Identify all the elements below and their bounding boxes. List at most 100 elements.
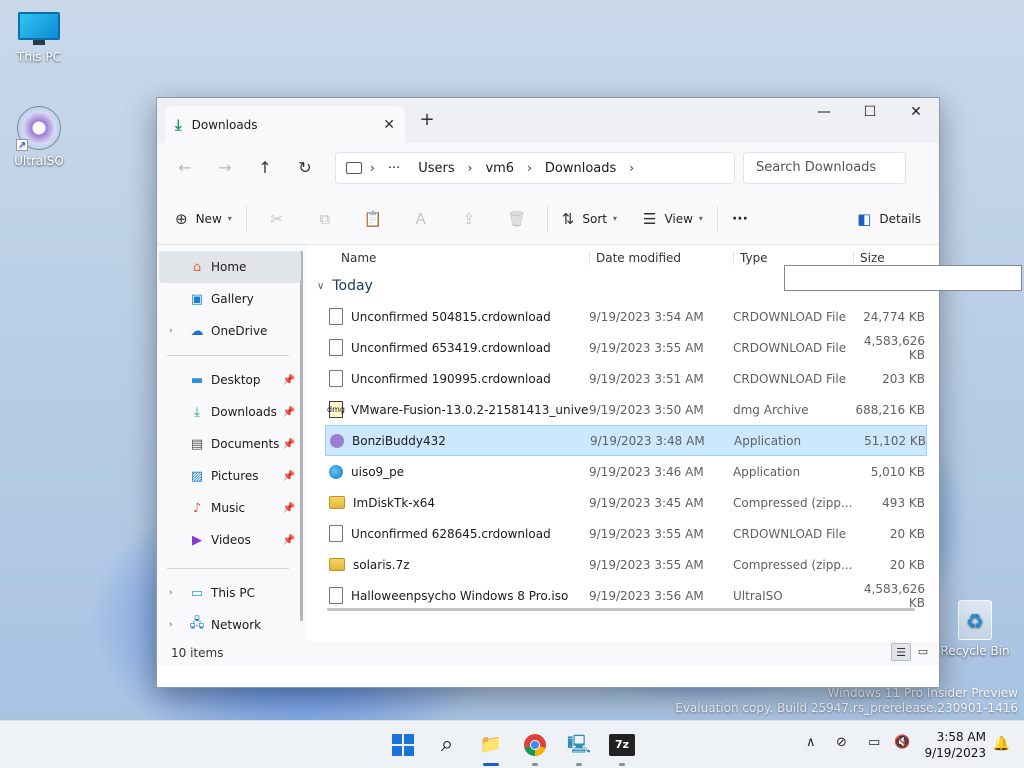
horizontal-scrollbar[interactable] xyxy=(327,608,915,611)
file-row[interactable]: Unconfirmed 653419.crdownload 9/19/2023 3… xyxy=(325,332,927,363)
desktop-icon-this-pc[interactable]: This PC xyxy=(4,12,74,64)
tiles-view-icon[interactable]: ▭ xyxy=(913,643,933,661)
chevron-right-icon: › xyxy=(370,161,375,175)
desktop-icon-ultraiso[interactable]: ↗ UltraISO xyxy=(4,106,74,168)
details-pane-button[interactable]: ◧ Details xyxy=(849,203,929,235)
chevron-right-icon[interactable]: › xyxy=(169,326,173,336)
file-explorer-taskbar-icon[interactable]: 📁 xyxy=(477,731,505,759)
file-row[interactable]: dmg VMware-Fusion-13.0.2-21581413_univers… xyxy=(325,394,927,425)
desktop-icon-label: UltraISO xyxy=(14,154,64,168)
column-header-date[interactable]: Date modified xyxy=(589,251,733,265)
minimize-button[interactable]: — xyxy=(801,98,847,128)
chevron-right-icon[interactable]: › xyxy=(169,620,173,630)
sidebar-item-music[interactable]: ♪ Music 📌 xyxy=(157,492,307,524)
breadcrumb-users[interactable]: Users xyxy=(409,161,463,176)
start-button[interactable] xyxy=(389,731,417,759)
breadcrumb-overflow[interactable]: ··· xyxy=(379,161,409,176)
sidebar-item-label: Videos xyxy=(211,533,251,547)
file-date: 9/19/2023 3:56 AM xyxy=(589,588,704,603)
up-button[interactable]: ↑ xyxy=(245,152,285,184)
breadcrumb-vm6[interactable]: vm6 xyxy=(476,161,523,176)
file-row[interactable]: Unconfirmed 504815.crdownload 9/19/2023 3… xyxy=(325,301,927,332)
chevron-right-icon[interactable]: › xyxy=(625,161,638,175)
sidebar-item-label: Downloads xyxy=(211,405,277,419)
zip-folder-icon xyxy=(329,496,345,509)
file-row[interactable]: Halloweenpsycho Windows 8 Pro.iso 9/19/20… xyxy=(325,580,927,611)
chevron-right-icon[interactable]: › xyxy=(169,588,173,598)
file-row[interactable]: Unconfirmed 190995.crdownload 9/19/2023 3… xyxy=(325,363,927,394)
view-button[interactable]: ☰ View ▾ xyxy=(635,203,711,235)
breadcrumb-downloads[interactable]: Downloads xyxy=(536,161,625,176)
search-input[interactable]: Search Downloads xyxy=(743,152,906,184)
7zip-icon[interactable]: 7z xyxy=(609,734,635,756)
remote-desktop-icon[interactable]: 🖳 xyxy=(565,731,593,759)
column-header-name[interactable]: Name xyxy=(307,251,589,265)
chevron-right-icon[interactable]: › xyxy=(523,161,536,175)
sidebar-item-pictures[interactable]: ▨ Pictures 📌 xyxy=(157,460,307,492)
address-bar[interactable]: › ··· Users › vm6 › Downloads › xyxy=(335,152,735,184)
chevron-down-icon: ▾ xyxy=(698,214,703,223)
chevron-up-icon[interactable]: ∧ xyxy=(806,735,816,750)
column-header-size[interactable]: Size xyxy=(853,251,931,265)
maximize-button[interactable]: ☐ xyxy=(847,98,893,128)
back-button[interactable]: ← xyxy=(165,152,205,184)
clock-date: 9/19/2023 xyxy=(924,746,986,760)
clock[interactable]: 3:58 AM 9/19/2023 xyxy=(924,729,986,761)
display-icon[interactable]: ▭ xyxy=(868,735,880,750)
application-icon xyxy=(330,433,344,448)
chevron-down-icon: ∨ xyxy=(317,280,325,292)
sidebar-item-videos[interactable]: ▶ Videos 📌 xyxy=(157,524,307,556)
volume-muted-icon[interactable]: 🔇 xyxy=(894,735,910,750)
refresh-button[interactable]: ↻ xyxy=(285,152,325,184)
more-options-button[interactable]: ··· xyxy=(724,203,756,235)
file-size: 51,102 KB xyxy=(864,433,926,448)
divider xyxy=(546,205,548,232)
forward-button[interactable]: → xyxy=(205,152,245,184)
title-bar[interactable]: ⤓ Downloads ✕ + — ☐ ✕ xyxy=(157,98,939,143)
file-row[interactable]: uiso9_pe 9/19/2023 3:46 AM Application 5,01… xyxy=(325,456,927,487)
chevron-right-icon[interactable]: › xyxy=(464,161,477,175)
file-name: BonziBuddy432 xyxy=(352,433,446,448)
file-row[interactable]: BonziBuddy432 9/19/2023 3:48 AM Applicatio… xyxy=(325,425,927,456)
sidebar-item-this-pc[interactable]: › ▭ This PC xyxy=(157,577,307,609)
file-row[interactable]: solaris.7z 9/19/2023 3:55 AM Compressed (z… xyxy=(325,549,927,580)
details-view-icon[interactable]: ☰ xyxy=(891,643,911,661)
column-header-type[interactable]: Type xyxy=(733,251,853,265)
tab-downloads[interactable]: ⤓ Downloads ✕ xyxy=(165,106,405,143)
copy-icon[interactable]: ⧉ xyxy=(301,210,349,228)
details-pane-icon: ◧ xyxy=(857,209,872,228)
paste-icon[interactable]: 📋 xyxy=(349,210,397,228)
new-label: New xyxy=(195,211,222,226)
sidebar-item-onedrive[interactable]: › ☁ OneDrive xyxy=(157,315,307,347)
sidebar-item-documents[interactable]: ▤ Documents 📌 xyxy=(157,428,307,460)
notification-bell-icon[interactable]: 🔔 xyxy=(993,736,1010,752)
network-disconnected-icon[interactable]: ⊘ xyxy=(836,735,847,750)
file-row[interactable]: ImDiskTk-x64 9/19/2023 3:45 AM Compressed … xyxy=(325,487,927,518)
delete-icon[interactable]: 🗑 xyxy=(493,210,541,228)
file-date: 9/19/2023 3:48 AM xyxy=(590,433,705,448)
tab-close-button[interactable]: ✕ xyxy=(383,117,395,133)
plus-circle-icon: ⊕ xyxy=(175,209,188,228)
desktop-icon-recycle-bin[interactable]: ♻ Recycle Bin xyxy=(940,600,1010,658)
pin-icon: 📌 xyxy=(282,374,295,386)
tooltip-box xyxy=(784,265,1022,291)
sidebar-item-downloads[interactable]: ⤓ Downloads 📌 xyxy=(157,396,307,428)
file-row[interactable]: Unconfirmed 628645.crdownload 9/19/2023 3… xyxy=(325,518,927,549)
new-button[interactable]: ⊕ New ▾ xyxy=(167,203,240,235)
file-explorer-window: ⤓ Downloads ✕ + — ☐ ✕ ← → ↑ ↻ › ··· User… xyxy=(156,97,940,688)
rename-icon[interactable]: Ａ xyxy=(397,208,445,229)
monitor-icon xyxy=(18,12,60,46)
share-icon[interactable]: ⇪ xyxy=(445,210,493,228)
sidebar-item-home[interactable]: ⌂ Home xyxy=(159,251,301,283)
chrome-icon[interactable] xyxy=(521,731,549,759)
computer-icon: ▭ xyxy=(190,585,204,601)
sidebar-item-desktop[interactable]: ▬ Desktop 📌 xyxy=(157,364,307,396)
file-name-cell: Unconfirmed 190995.crdownload xyxy=(325,370,589,387)
search-button[interactable]: ⌕ xyxy=(433,731,461,759)
new-tab-button[interactable]: + xyxy=(417,110,437,130)
sort-button[interactable]: ⇅ Sort ▾ xyxy=(554,203,625,235)
cut-icon[interactable]: ✂ xyxy=(253,210,301,228)
sidebar-item-gallery[interactable]: ▣ Gallery xyxy=(157,283,307,315)
sidebar-item-network[interactable]: › 🖧 Network xyxy=(157,609,307,641)
close-button[interactable]: ✕ xyxy=(893,98,939,128)
